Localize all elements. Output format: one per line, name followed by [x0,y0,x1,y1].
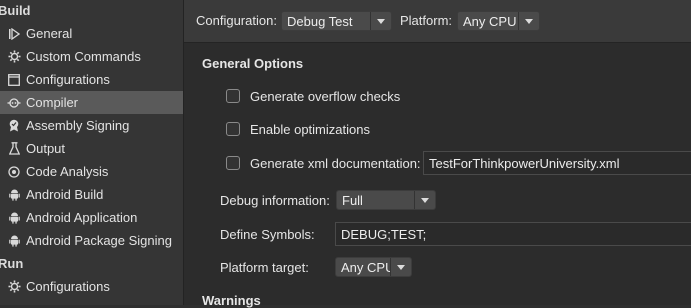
xml-documentation-value: TestForThinkpowerUniversity.xml [429,155,620,171]
define-symbols-label: Define Symbols: [220,227,315,242]
sidebar-item-label: Custom Commands [26,49,141,64]
optimizations-checkbox[interactable] [226,122,240,136]
general-options-header: General Options [202,56,304,71]
target-icon [7,165,21,179]
sidebar-item-label: Assembly Signing [26,118,130,133]
debug-information-combo[interactable]: Full [336,190,436,210]
configuration-label: Configuration: [196,13,277,28]
sidebar-item-label: Compiler [26,95,79,110]
optimizations-label: Enable optimizations [250,122,370,137]
gear-icon [7,280,21,294]
flask-icon [7,142,21,156]
sidebar-item-code-analysis[interactable]: Code Analysis [0,160,183,183]
chevron-down-icon [390,258,411,276]
xml-documentation-checkbox[interactable] [226,156,240,170]
platform-target-value: Any CPU [341,259,390,275]
sidebar-item-android-build[interactable]: Android Build [0,183,183,206]
sidebar-item-configurations[interactable]: Configurations [0,68,183,91]
sidebar-item-label: Output [26,141,66,156]
configuration-combo[interactable]: Debug Test [281,11,392,31]
build-section-header: Build [0,3,31,18]
sidebar-item-label: Android Package Signing [26,233,172,248]
sidebar-item-label: General [26,26,73,41]
android-icon [7,188,21,202]
sidebar-item-output[interactable]: Output [0,137,183,160]
chevron-down-icon [414,191,435,209]
sidebar-item-custom-commands[interactable]: Custom Commands [0,45,183,68]
configuration-toolbar: Configuration: Debug Test Platform: Any … [184,0,691,43]
define-symbols-field[interactable]: DEBUG;TEST; [335,222,691,246]
overflow-label: Generate overflow checks [250,89,401,104]
android-icon [7,211,21,225]
platform-label: Platform: [400,13,453,28]
debug-information-label: Debug information: [220,193,330,208]
play-icon [7,27,21,41]
sidebar-item-android-package-signing[interactable]: Android Package Signing [0,229,183,252]
platform-combo[interactable]: Any CPU [457,11,540,31]
chevron-down-icon [518,12,539,30]
window-icon [7,73,21,87]
sidebar-item-label: Configurations [26,279,110,294]
sidebar-item-label: Android Build [26,187,104,202]
sidebar-item-general[interactable]: General [0,22,183,45]
sidebar-item-label: Code Analysis [26,164,109,179]
sidebar-item-label: Android Application [26,210,138,225]
sidebar-item-compiler[interactable]: Compiler [0,91,183,114]
compiler-icon [7,96,21,110]
sidebar-item-assembly-signing[interactable]: Assembly Signing [0,114,183,137]
debug-information-value: Full [342,192,363,208]
xml-documentation-field[interactable]: TestForThinkpowerUniversity.xml [423,151,691,175]
sidebar: Build General Custom Commands Configurat… [0,0,184,305]
android-icon [7,234,21,248]
overflow-checkbox[interactable] [226,89,240,103]
platform-target-label: Platform target: [220,260,309,275]
chevron-down-icon [370,12,391,30]
sidebar-item-run-configurations[interactable]: Configurations [0,275,183,298]
configuration-value: Debug Test [287,13,353,29]
define-symbols-value: DEBUG;TEST; [341,226,427,242]
sidebar-item-android-application[interactable]: Android Application [0,206,183,229]
warnings-header: Warnings [202,293,261,308]
gear-icon [7,50,21,64]
main-panel: Configuration: Debug Test Platform: Any … [184,0,691,308]
xml-documentation-label: Generate xml documentation: [250,156,421,171]
platform-value: Any CPU [463,13,517,29]
badge-icon [7,119,21,133]
platform-target-combo[interactable]: Any CPU [335,257,412,277]
sidebar-item-label: Configurations [26,72,110,87]
run-section-header: Run [0,256,24,271]
